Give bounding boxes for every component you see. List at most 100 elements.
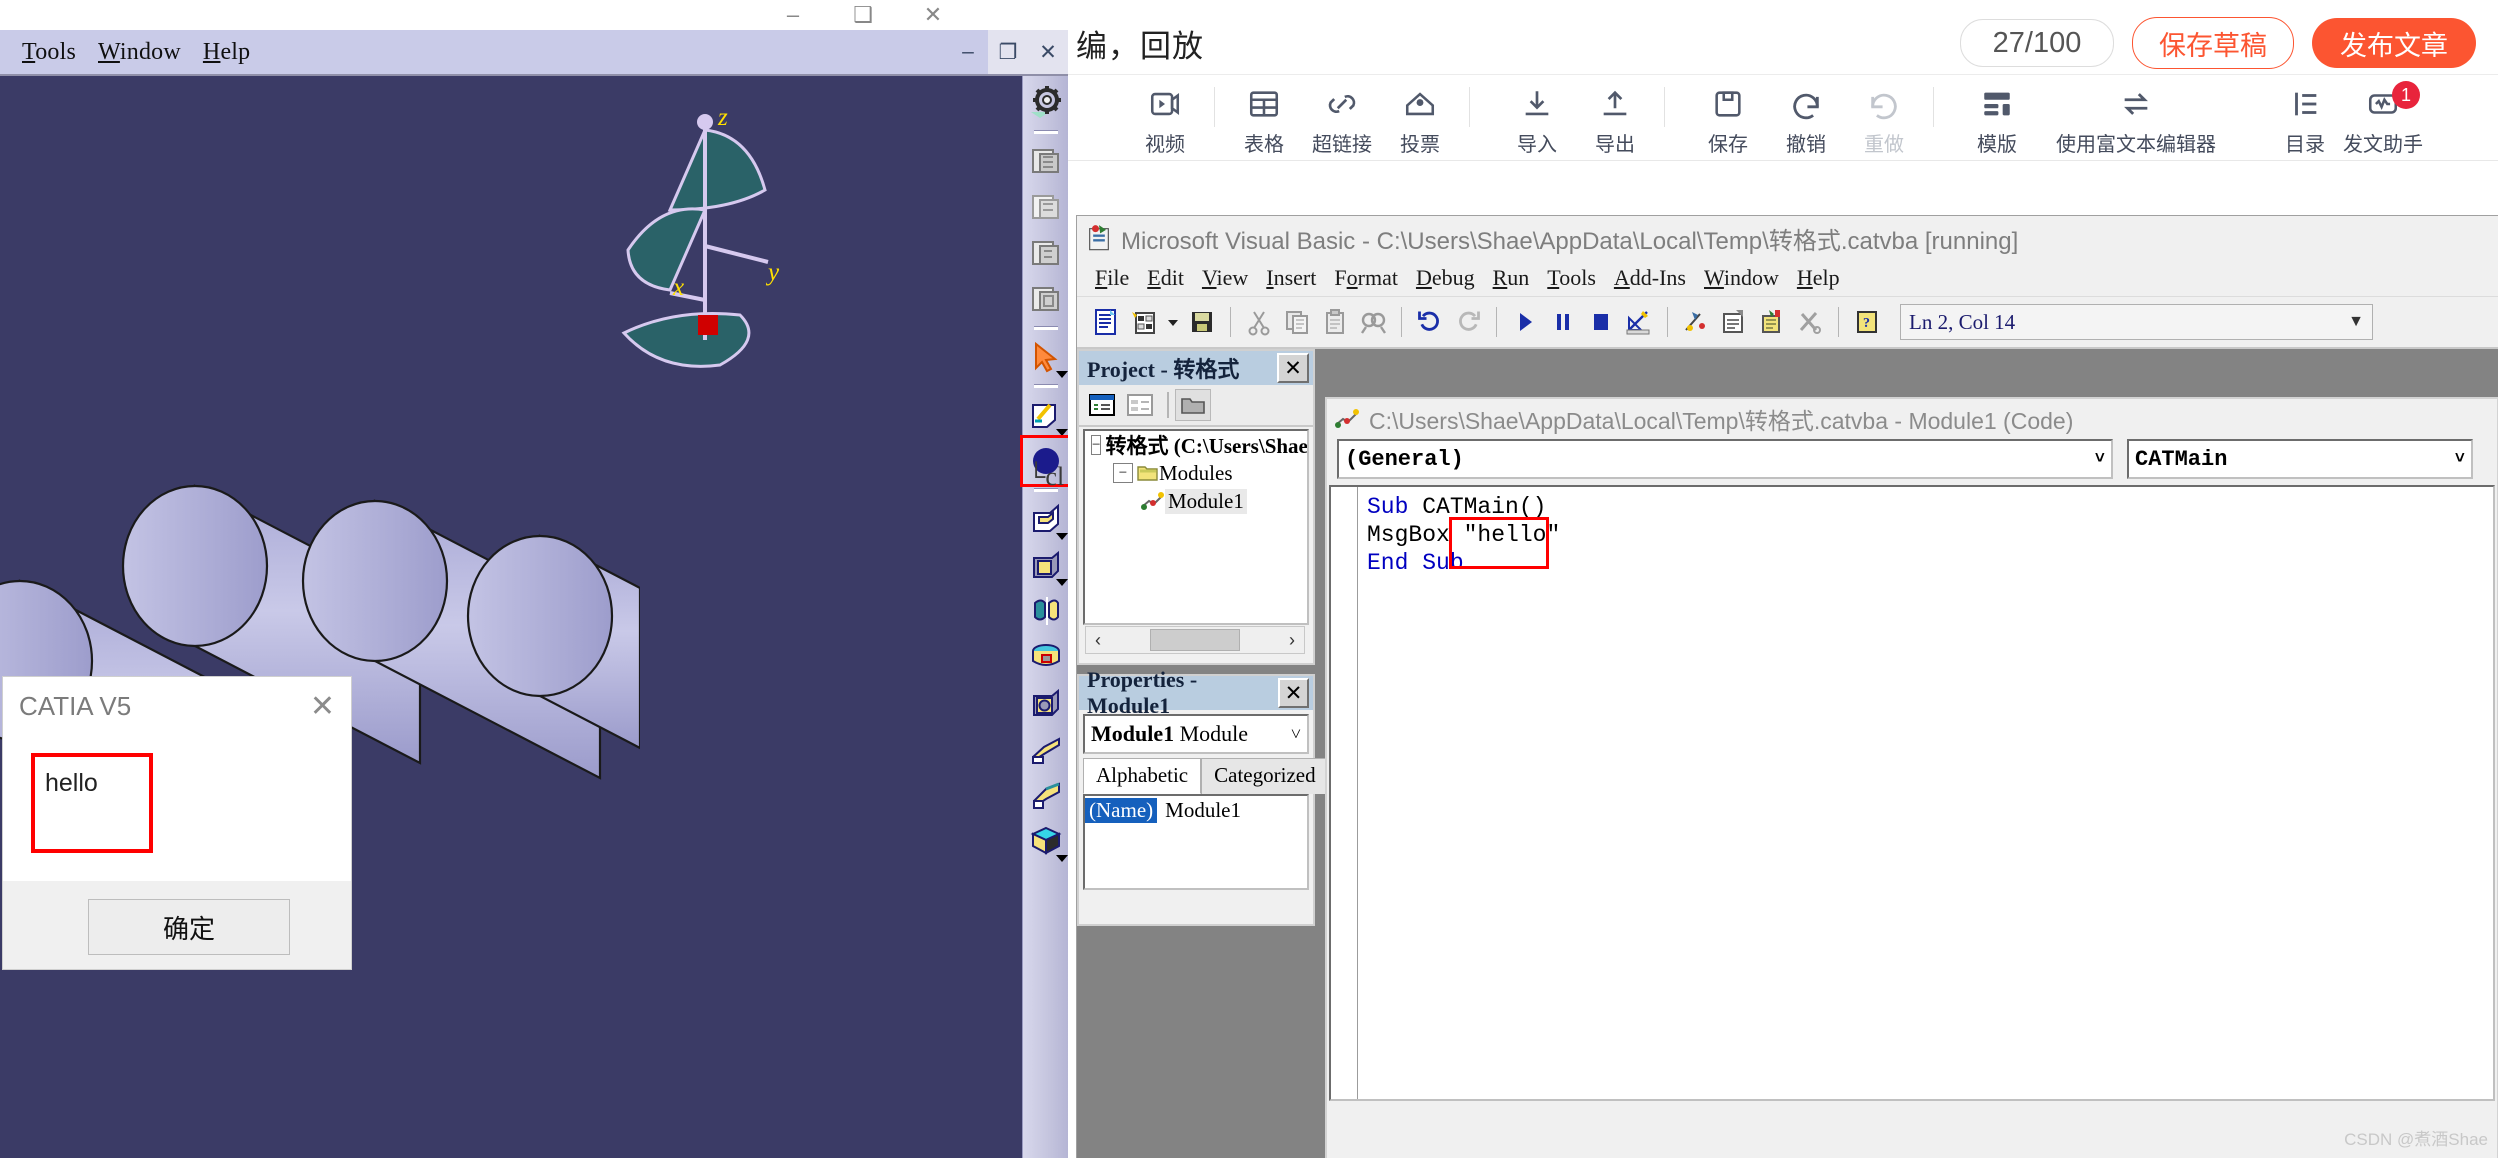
chevron-down-icon[interactable] — [1056, 855, 1068, 862]
save-icon[interactable] — [1183, 302, 1221, 342]
groove-icon[interactable] — [1023, 634, 1069, 680]
toolbar-catalog-button[interactable]: 目录 — [2266, 83, 2344, 157]
scroll-left-icon[interactable]: ‹ — [1086, 630, 1110, 651]
close-icon[interactable]: ✕ — [310, 689, 335, 724]
close-icon[interactable]: ✕ — [1277, 353, 1309, 383]
multisection-icon[interactable] — [1023, 818, 1069, 864]
vb-menu-debug[interactable]: Debug — [1416, 265, 1475, 291]
ok-button[interactable]: 确定 — [88, 899, 290, 955]
article-title[interactable]: 编，回放 — [1076, 21, 1204, 66]
catalog-icon[interactable] — [1023, 138, 1069, 184]
chevron-down-icon[interactable]: ˅ — [1291, 724, 1301, 745]
catia-menu-window[interactable]: Window — [98, 39, 181, 66]
tree-expander-icon[interactable]: − — [1091, 435, 1102, 455]
tree-item-modules[interactable]: − Modules — [1085, 459, 1307, 487]
properties-window-icon[interactable] — [1715, 302, 1753, 342]
chevron-down-icon[interactable] — [1056, 429, 1068, 436]
design-mode-icon[interactable] — [1620, 302, 1658, 342]
vb-menu-file[interactable]: File — [1095, 265, 1129, 291]
toolbar-export-button[interactable]: 导出 — [1576, 83, 1654, 157]
toolbar-redo-button[interactable]: 重做 — [1845, 83, 1923, 157]
scrollbar-thumb[interactable] — [1150, 629, 1240, 651]
folder-icon[interactable] — [1175, 389, 1211, 421]
rib-icon[interactable] — [1023, 726, 1069, 772]
catia-menu-help[interactable]: Help — [203, 39, 250, 66]
shaft-icon[interactable] — [1023, 588, 1069, 634]
tree-expander-icon[interactable]: − — [1113, 463, 1133, 483]
hole-icon[interactable] — [1023, 680, 1069, 726]
toolbar-rich-text-editor-button[interactable]: 使用富文本编辑器 — [2036, 83, 2236, 157]
toolbar-import-button[interactable]: 导入 — [1498, 83, 1576, 157]
vb-menu-view[interactable]: View — [1202, 265, 1248, 291]
property-value[interactable]: Module1 — [1157, 798, 1241, 823]
break-icon[interactable] — [1544, 302, 1582, 342]
code-window-title-bar[interactable]: C:\Users\Shae\AppData\Local\Temp\转格式.cat… — [1327, 399, 2497, 439]
slot-icon[interactable] — [1023, 772, 1069, 818]
save-draft-button[interactable]: 保存草稿 — [2132, 17, 2294, 69]
catia-minimize-button[interactable]: – — [948, 30, 988, 74]
vb-menu-insert[interactable]: Insert — [1266, 265, 1316, 291]
property-row-name[interactable]: (Name) Module1 — [1085, 796, 1307, 824]
catia-message-dialog[interactable]: CATIA V5 ✕ hello 确定 — [3, 677, 351, 969]
chevron-down-icon[interactable]: ˅ — [2095, 450, 2105, 469]
close-icon[interactable]: ✕ — [1278, 678, 1309, 708]
catalog3-icon[interactable] — [1023, 230, 1069, 276]
reset-icon[interactable] — [1582, 302, 1620, 342]
vb-menu-addins[interactable]: Add-Ins — [1614, 265, 1686, 291]
run-icon[interactable] — [1506, 302, 1544, 342]
select-arrow-icon[interactable] — [1023, 334, 1069, 380]
project-panel-title-bar[interactable]: Project - 转格式 ✕ — [1079, 351, 1313, 385]
toolbar-template-button[interactable]: 模版 — [1958, 83, 2036, 157]
sketch-icon[interactable] — [1023, 392, 1069, 438]
cursor-position-combo[interactable]: Ln 2, Col 14 ▼ — [1900, 304, 2373, 340]
toolbar-table-button[interactable]: 表格 — [1225, 83, 1303, 157]
vb-menu-run[interactable]: Run — [1493, 265, 1530, 291]
toolbar-undo-button[interactable]: 撤销 — [1767, 83, 1845, 157]
project-explorer-icon[interactable] — [1677, 302, 1715, 342]
help-icon[interactable]: ? — [1848, 302, 1886, 342]
chevron-down-icon[interactable]: ˅ — [2455, 450, 2465, 469]
procedure-scope-combo[interactable]: (General) ˅ — [1337, 439, 2113, 479]
publish-article-button[interactable]: 发布文章 — [2312, 18, 2476, 68]
vb-title-bar[interactable]: Microsoft Visual Basic - C:\Users\Shae\A… — [1077, 216, 2498, 260]
catia-3d-viewport[interactable]: z y x CATIA V5 ✕ hello 确定 — [0, 76, 1068, 1158]
cut-icon[interactable] — [1240, 302, 1278, 342]
toolbar-hyperlink-button[interactable]: 超链接 — [1303, 83, 1381, 157]
chevron-down-icon[interactable]: ▼ — [2348, 313, 2364, 331]
catia-restore-button[interactable]: ❐ — [988, 30, 1028, 74]
vb-menu-format[interactable]: Format — [1334, 265, 1398, 291]
catia-close-button[interactable]: ✕ — [1028, 30, 1068, 74]
undo-icon[interactable] — [1411, 302, 1449, 342]
toolbar-video-button[interactable]: 视频 — [1126, 83, 1204, 157]
project-tree[interactable]: − 转格式 (C:\Users\Shae − Modules Module1 — [1083, 429, 1309, 625]
vb-menu-window[interactable]: Window — [1704, 265, 1779, 291]
toolbar-vote-button[interactable]: 投票 — [1381, 83, 1459, 157]
catalog4-icon[interactable] — [1023, 276, 1069, 322]
view-code-icon[interactable] — [1087, 302, 1125, 342]
project-tree-hscrollbar[interactable]: ‹ › — [1085, 626, 1305, 654]
toolbar-save-button[interactable]: 保存 — [1689, 83, 1767, 157]
toolbar-post-assistant-button[interactable]: 1 发文助手 — [2343, 81, 2423, 157]
object-browser-icon[interactable] — [1753, 302, 1791, 342]
insert-userform-icon[interactable] — [1125, 302, 1163, 342]
tab-alphabetic[interactable]: Alphabetic — [1083, 758, 1202, 794]
chevron-down-icon[interactable] — [1056, 533, 1068, 540]
outer-close-button[interactable]: ✕ — [898, 2, 968, 28]
properties-object-combo[interactable]: Module1 Module ˅ — [1083, 714, 1309, 754]
catalog2-icon[interactable] — [1023, 184, 1069, 230]
code-text-area[interactable]: Sub CATMain() MsgBox "hello" End Sub — [1329, 485, 2495, 1101]
vb-menu-help[interactable]: Help — [1797, 265, 1840, 291]
tree-item-project[interactable]: − 转格式 (C:\Users\Shae — [1085, 431, 1307, 459]
scroll-right-icon[interactable]: › — [1280, 630, 1304, 651]
chevron-down-icon[interactable] — [1056, 579, 1068, 586]
redo-icon[interactable] — [1449, 302, 1487, 342]
chevron-down-icon[interactable] — [1163, 302, 1183, 342]
vb-menu-tools[interactable]: Tools — [1547, 265, 1596, 291]
gear-icon[interactable] — [1023, 80, 1069, 126]
tab-categorized[interactable]: Categorized — [1201, 758, 1329, 794]
view-object-icon[interactable] — [1123, 390, 1157, 420]
vb-menu-edit[interactable]: Edit — [1147, 265, 1184, 291]
pocket-icon[interactable] — [1023, 542, 1069, 588]
chevron-down-icon[interactable] — [1056, 371, 1068, 378]
view-code-icon[interactable] — [1085, 390, 1119, 420]
